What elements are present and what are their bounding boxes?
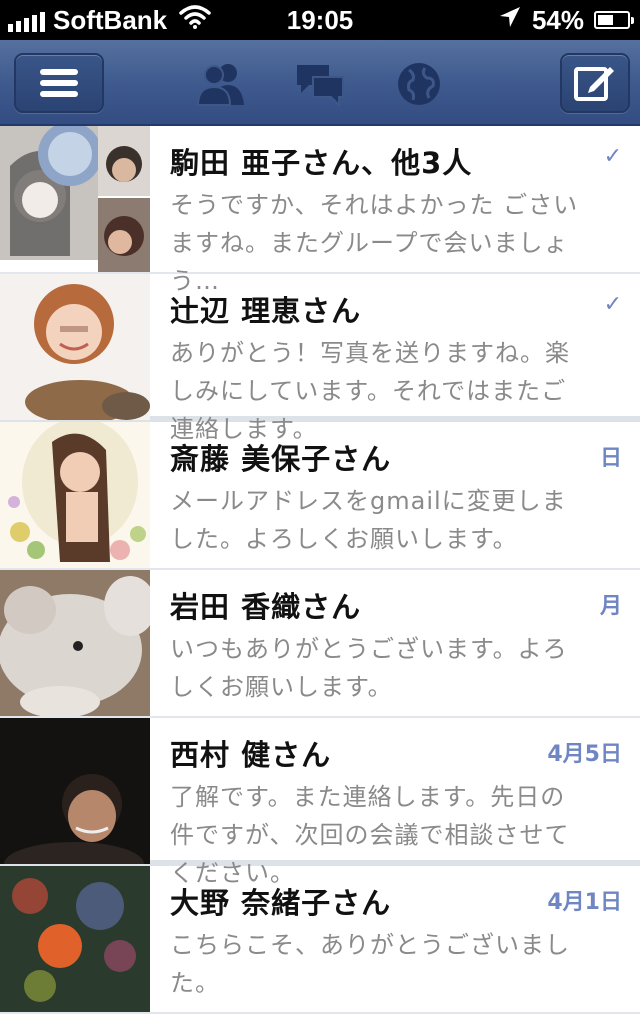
compose-message-icon — [574, 67, 614, 101]
friend-requests-icon[interactable] — [190, 56, 252, 112]
thread-date: ✓ — [603, 144, 622, 169]
thread-name: 斎藤 美保子さん — [170, 442, 392, 476]
notifications-globe-icon[interactable] — [388, 56, 450, 112]
location-arrow-icon — [498, 5, 522, 36]
signal-bars-icon — [8, 8, 45, 32]
group-avatar — [0, 126, 150, 272]
thread-date: 月 — [599, 594, 622, 619]
thread-date: 4月5日 — [547, 742, 622, 767]
thread-name: 駒田 亜子さん、他3人 — [170, 146, 473, 180]
thread-snippet: いつもありがとうございます。よろしくお願いします。 — [170, 635, 568, 701]
compose-button[interactable] — [560, 53, 630, 113]
battery-fill — [598, 15, 613, 25]
thread-name: 岩田 香織さん — [170, 590, 362, 624]
thread-name: 西村 健さん — [170, 738, 332, 772]
contact-avatar — [0, 422, 150, 568]
battery-icon — [594, 11, 634, 29]
contact-avatar — [0, 274, 150, 420]
messages-icon[interactable] — [289, 56, 351, 112]
thread-row[interactable]: 駒田 亜子さん、他3人 そうですか、それはよかった ごさいますね。またグループで… — [0, 126, 640, 295]
thread-row[interactable]: 辻辺 理恵さん ありがとう！写真を送りますね。楽しみにしています。それではまたご… — [0, 274, 640, 443]
contact-avatar — [0, 570, 150, 716]
battery-percent: 54% — [531, 4, 584, 35]
wifi-icon — [179, 4, 211, 36]
carrier-label: SoftBank — [53, 4, 168, 35]
thread-snippet: メールアドレスをgmailに変更しました。よろしくお願いします。 — [170, 487, 567, 553]
thread-date: 日 — [599, 446, 622, 471]
thread-date: 4月1日 — [547, 890, 622, 915]
menu-button[interactable] — [14, 53, 104, 113]
thread-row[interactable]: 斎藤 美保子さん メールアドレスをgmailに変更しました。よろしくお願いします… — [0, 422, 640, 570]
status-bar: SoftBank 19:05 54% — [0, 0, 640, 40]
thread-row[interactable]: 岩田 香織さん いつもありがとうございます。よろしくお願いします。 月 — [0, 570, 640, 718]
thread-name: 辻辺 理恵さん — [170, 294, 362, 328]
navigation-bar — [0, 40, 640, 126]
contact-avatar — [0, 866, 150, 1012]
contact-avatar — [0, 718, 150, 864]
thread-name: 大野 奈緒子さん — [170, 886, 392, 920]
hamburger-menu-icon — [40, 69, 78, 97]
thread-snippet: こちらこそ、ありがとうございました。 — [170, 931, 570, 997]
message-thread-list: 駒田 亜子さん、他3人 そうですか、それはよかった ごさいますね。またグループで… — [0, 126, 640, 1014]
thread-date: ✓ — [603, 292, 622, 317]
thread-row[interactable]: 大野 奈緒子さん こちらこそ、ありがとうございました。 4月1日 — [0, 866, 640, 1014]
thread-row[interactable]: 西村 健さん 了解です。また連絡します。先日の件ですが、次回の会議で相談させてく… — [0, 718, 640, 887]
nav-center-icons — [190, 54, 450, 114]
